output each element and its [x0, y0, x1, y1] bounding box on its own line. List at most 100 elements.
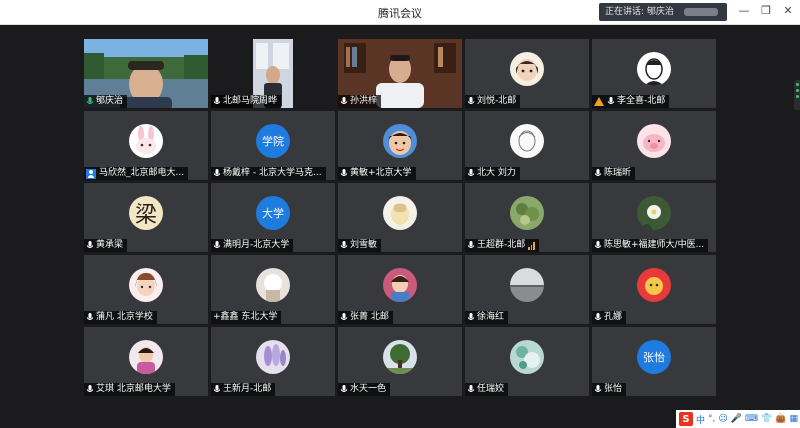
microphone-icon — [467, 169, 475, 178]
microphone-on-icon — [86, 97, 94, 106]
avatar: 张怡 — [637, 340, 671, 374]
lavender-photo-avatar — [256, 340, 290, 374]
participant-tile[interactable]: 孔娜 — [592, 255, 716, 324]
participant-tile[interactable]: 郇庆治 — [84, 39, 208, 108]
line-drawing-avatar — [510, 124, 544, 158]
participant-name: 黄敏+北京大学 — [350, 168, 412, 178]
participant-name: 蒲凡 北京学校 — [96, 312, 153, 322]
participant-label: 孙洪梓 — [338, 95, 382, 108]
participant-label: 刘悦-北邮 — [465, 95, 521, 108]
microphone-icon — [213, 97, 221, 106]
participant-tile[interactable]: 梁 黄承梁 — [84, 183, 208, 252]
participant-label: 徐海红 — [465, 311, 509, 324]
participant-label: 张怡 — [592, 383, 627, 396]
microphone-icon — [594, 385, 602, 394]
participant-tile[interactable]: 王超群-北邮 — [465, 183, 589, 252]
microphone-icon — [86, 313, 94, 322]
signal-strength-icon — [528, 241, 535, 250]
ime-keyboard-icon[interactable]: ⌨ — [745, 414, 758, 424]
avatar — [129, 124, 163, 158]
participant-tile[interactable]: 刘悦-北邮 — [465, 39, 589, 108]
ime-punctuation[interactable]: °, — [708, 414, 715, 424]
participant-tile[interactable]: 孙洪梓 — [338, 39, 462, 108]
participant-name: 李全喜-北邮 — [617, 96, 666, 106]
photo-avatar — [383, 268, 417, 302]
microphone-icon — [86, 385, 94, 394]
microphone-icon — [340, 169, 348, 178]
participant-name: +鑫鑫 东北大学 — [213, 312, 278, 322]
avatar-text: 梁 — [134, 203, 157, 228]
participant-name: 马欣然_北京邮电大... — [99, 168, 185, 178]
participant-name: 北邮马院周晔 — [223, 96, 278, 106]
participant-tile[interactable]: 李全喜-北邮 — [592, 39, 716, 108]
ime-voice-icon[interactable]: 🎤 — [731, 414, 742, 424]
participant-tile[interactable]: 学院 杨戴梓 - 北京大学马克... — [211, 111, 335, 180]
participant-tile[interactable]: 艾琪 北京邮电大学 — [84, 327, 208, 396]
participant-label: 杨戴梓 - 北京大学马克... — [211, 167, 326, 180]
ime-emoji-icon[interactable]: ☺ — [718, 414, 727, 424]
avatar — [129, 340, 163, 374]
close-button[interactable]: ✕ — [782, 4, 794, 17]
child-photo-avatar — [383, 124, 417, 158]
cartoon-girl-avatar — [510, 52, 544, 86]
avatar — [510, 52, 544, 86]
participant-label: 李全喜-北邮 — [592, 95, 670, 108]
minimize-button[interactable]: — — [738, 4, 750, 17]
plant-photo-avatar — [510, 196, 544, 230]
participant-label: 北邮马院周晔 — [211, 95, 282, 108]
cartoon-woman-avatar — [129, 268, 163, 302]
participant-tile[interactable]: 蒲凡 北京学校 — [84, 255, 208, 324]
avatar — [129, 268, 163, 302]
microphone-icon — [607, 97, 615, 106]
participant-tile[interactable]: 刘雪敏 — [338, 183, 462, 252]
ime-toolbar: S 中 °, ☺ 🎤 ⌨ 👕 👜 ▦ — [676, 410, 800, 428]
participant-tile[interactable]: 王新月-北邮 — [211, 327, 335, 396]
avatar: 学院 — [256, 124, 290, 158]
participant-tile[interactable]: 马欣然_北京邮电大... — [84, 111, 208, 180]
ime-grid-icon[interactable]: ▦ — [789, 414, 798, 424]
participant-tile[interactable]: 大学 满明月-北京大学 — [211, 183, 335, 252]
avatar — [510, 268, 544, 302]
participant-name: 北大 刘力 — [477, 168, 516, 178]
participant-tile[interactable]: 陈思敏+福建师大/中医... — [592, 183, 716, 252]
participant-name: 任瑞姣 — [477, 384, 505, 394]
participant-name: 王超群-北邮 — [477, 240, 526, 250]
avatar — [637, 196, 671, 230]
avatar: 大学 — [256, 196, 290, 230]
avatar — [510, 196, 544, 230]
participant-label: 北大 刘力 — [465, 167, 520, 180]
participant-label: 郇庆治 — [84, 95, 128, 108]
participant-tile[interactable]: +鑫鑫 东北大学 — [211, 255, 335, 324]
participant-tile[interactable]: 黄敏+北京大学 — [338, 111, 462, 180]
participant-tile[interactable]: 张怡 张怡 — [592, 327, 716, 396]
blurred-region — [683, 7, 718, 16]
participant-label: 王新月-北邮 — [211, 383, 276, 396]
participant-tile[interactable]: 北大 刘力 — [465, 111, 589, 180]
participant-name: 满明月-北京大学 — [223, 240, 290, 250]
side-panel-handle[interactable] — [794, 80, 800, 110]
avatar — [637, 52, 671, 86]
participant-tile[interactable]: 北邮马院周晔 — [211, 39, 335, 108]
microphone-icon — [594, 313, 602, 322]
ime-toolbox-icon[interactable]: 👜 — [775, 414, 786, 424]
landscape-photo-avatar — [510, 268, 544, 302]
ime-skin-icon[interactable]: 👕 — [761, 414, 772, 424]
participant-name: 陈思敏+福建师大/中医... — [604, 240, 705, 250]
microphone-icon — [340, 313, 348, 322]
ime-language[interactable]: 中 — [696, 413, 705, 426]
participant-tile[interactable]: 陈瑞昕 — [592, 111, 716, 180]
participant-name: 王新月-北邮 — [223, 384, 272, 394]
participant-tile[interactable]: 张菁 北邮 — [338, 255, 462, 324]
microphone-icon — [467, 385, 475, 394]
restore-button[interactable]: ❐ — [760, 4, 772, 17]
participant-tile[interactable]: 水天一色 — [338, 327, 462, 396]
participant-name: 陈瑞昕 — [604, 168, 632, 178]
participant-name: 艾琪 北京邮电大学 — [96, 384, 171, 394]
participant-label: 满明月-北京大学 — [211, 239, 294, 252]
participant-name: 水天一色 — [350, 384, 387, 394]
participant-label: 孔娜 — [592, 311, 627, 324]
sogou-logo-icon[interactable]: S — [679, 412, 693, 426]
tree-photo-avatar — [383, 340, 417, 374]
participant-tile[interactable]: 徐海红 — [465, 255, 589, 324]
participant-tile[interactable]: 任瑞姣 — [465, 327, 589, 396]
